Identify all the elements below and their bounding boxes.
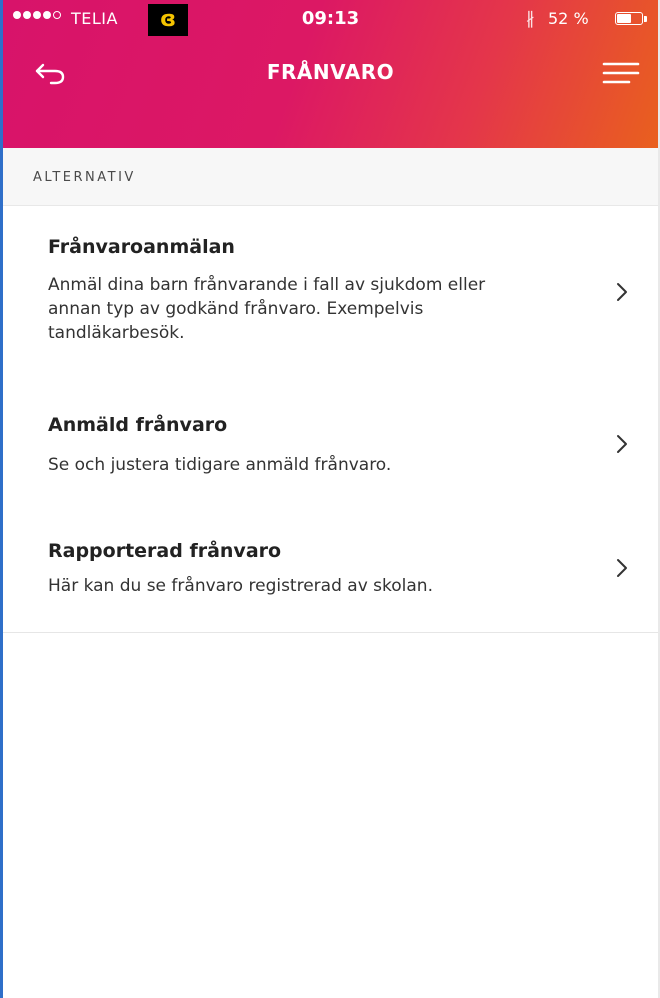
list-item-franvaroanmalan[interactable]: Frånvaroanmälan Anmäl dina barn frånvara… [3,206,658,383]
bluetooth-icon: ∦ [526,9,535,29]
menu-button[interactable] [601,58,641,88]
item-description: Anmäl dina barn frånvarande i fall av sj… [48,275,486,343]
chevron-right-icon [617,559,627,577]
page-title: FRÅNVARO [266,60,395,84]
item-title: Anmäld frånvaro [48,414,228,436]
status-bar: TELIA ɞ 09:13 ∦ 52 % [3,0,658,40]
section-header: ALTERNATIV [3,148,658,206]
item-title: Frånvaroanmälan [48,236,235,258]
hamburger-menu-icon [602,62,640,84]
battery-percentage: 52 % [548,9,589,28]
battery-icon [615,12,643,25]
list-item-rapporterad-franvaro[interactable]: Rapporterad frånvaro Här kan du se frånv… [3,507,658,633]
list-item-anmald-franvaro[interactable]: Anmäld frånvaro Se och justera tidigare … [3,382,658,508]
chevron-right-icon [617,435,627,453]
chevron-right-icon [617,283,627,301]
battery-fill [617,14,631,23]
section-label: ALTERNATIV [33,170,136,185]
item-description: Se och justera tidigare anmäld frånvaro. [48,455,392,475]
item-title: Rapporterad frånvaro [48,540,282,562]
battery-cap [644,16,647,22]
app-header: TELIA ɞ 09:13 ∦ 52 % FRÅNVARO [3,0,658,148]
item-description: Här kan du se frånvaro registrerad av sk… [48,576,433,596]
